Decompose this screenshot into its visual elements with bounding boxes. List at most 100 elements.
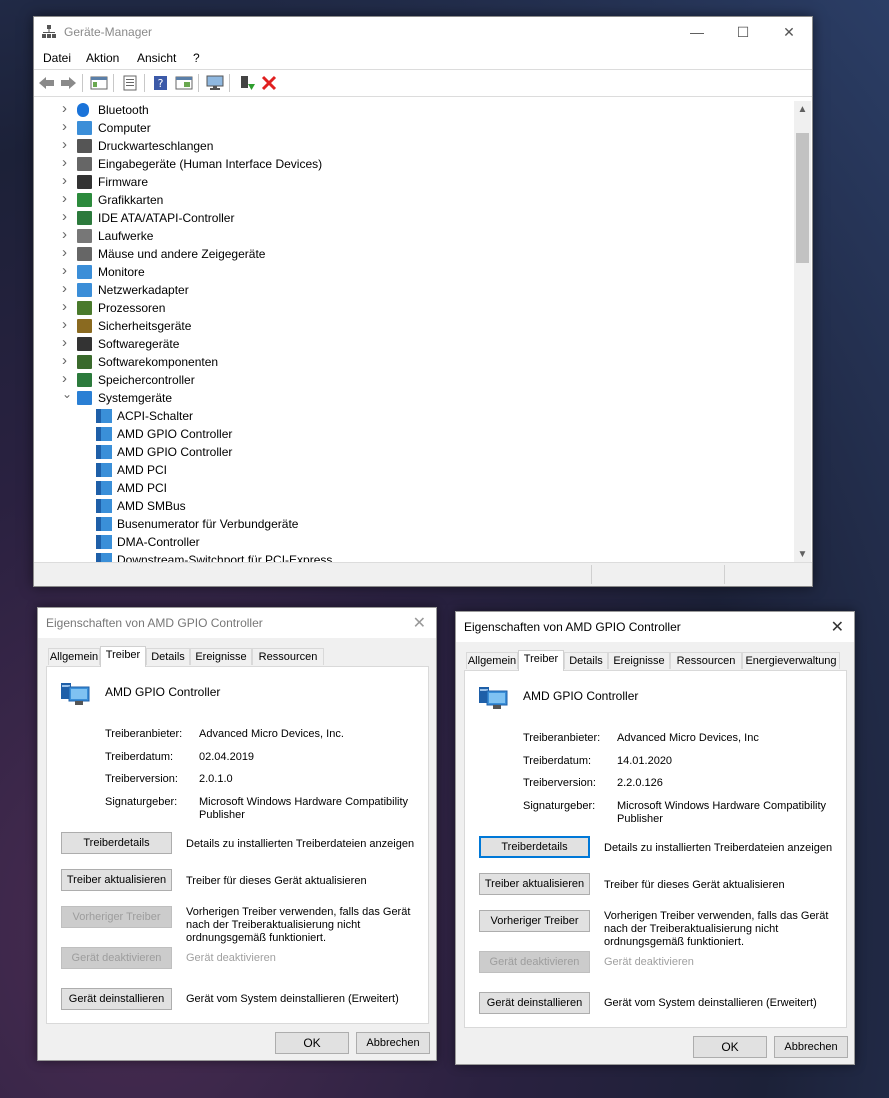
tree-category-bluetooth[interactable]: › Bluetooth <box>62 101 762 119</box>
tab-details[interactable]: Details <box>564 652 608 669</box>
back-arrow-icon[interactable] <box>38 75 56 91</box>
vertical-scrollbar[interactable]: ▲ ▼ <box>794 101 811 563</box>
tree-category-hid[interactable]: › Eingabegeräte (Human Interface Devices) <box>62 154 762 173</box>
menu-bar: Datei Aktion Ansicht ? <box>34 47 812 69</box>
tree-category-disk-drive[interactable]: › Laufwerke <box>62 226 762 245</box>
expand-chevron-right-icon[interactable]: › <box>62 280 74 298</box>
tree-category-computer[interactable]: › Computer <box>62 118 762 137</box>
tree-category-system-device[interactable]: ⌄ Systemgeräte <box>62 387 762 407</box>
expand-chevron-right-icon[interactable]: › <box>62 154 74 172</box>
tree-category-software-component[interactable]: › Softwarekomponenten <box>62 352 762 371</box>
tree-category-display-adapter[interactable]: › Grafikkarten <box>62 190 762 209</box>
tree-category-monitor[interactable]: › Monitore <box>62 262 762 281</box>
cancel-button[interactable]: Abbrechen <box>356 1032 430 1054</box>
update-driver-button[interactable]: Treiber aktualisieren <box>479 873 590 895</box>
driver-details-button[interactable]: Treiberdetails <box>479 836 590 858</box>
expand-chevron-right-icon[interactable]: › <box>62 334 74 352</box>
tree-device-item[interactable]: AMD GPIO Controller <box>96 425 756 443</box>
tree-category-software-device[interactable]: › Softwaregeräte <box>62 334 762 353</box>
scroll-down-icon[interactable]: ▼ <box>794 546 811 563</box>
uninstall-device-button[interactable]: Gerät deinstallieren <box>61 988 172 1010</box>
expand-chevron-right-icon[interactable]: › <box>62 172 74 190</box>
tree-category-firmware[interactable]: › Firmware <box>62 172 762 191</box>
expand-chevron-right-icon[interactable]: › <box>62 101 74 118</box>
monitor-scan-icon[interactable] <box>206 75 224 91</box>
show-hide-tree-icon[interactable] <box>90 75 108 91</box>
rollback-driver-button[interactable]: Vorheriger Treiber <box>479 910 590 932</box>
help-icon[interactable]: ? <box>152 75 170 91</box>
tree-device-item[interactable]: AMD GPIO Controller <box>96 443 756 461</box>
security-device-icon <box>77 319 92 333</box>
firmware-icon <box>77 175 92 189</box>
device-manager-window: Geräte-Manager — ☐ ✕ Datei Aktion Ansich… <box>33 16 813 587</box>
tree-category-security-device[interactable]: › Sicherheitsgeräte <box>62 316 762 335</box>
expand-chevron-right-icon[interactable]: › <box>62 118 74 136</box>
tab-ressourcen[interactable]: Ressourcen <box>670 652 742 669</box>
field-value-version: 2.0.1.0 <box>199 773 233 785</box>
field-label-date: Treiberdatum: <box>523 755 592 767</box>
processor-icon <box>77 301 92 315</box>
expand-chevron-right-icon[interactable]: › <box>62 316 74 334</box>
dialog-close-icon[interactable]: ✕ <box>831 617 844 637</box>
tab-energieverwaltung[interactable]: Energieverwaltung <box>742 652 840 669</box>
status-divider <box>724 565 725 584</box>
uninstall-x-icon[interactable] <box>260 75 278 91</box>
maximize-button[interactable]: ☐ <box>720 17 766 47</box>
expand-chevron-right-icon[interactable]: › <box>62 262 74 280</box>
device-name: AMD GPIO Controller <box>105 685 221 699</box>
enable-device-icon[interactable] <box>238 75 256 91</box>
update-driver-button[interactable]: Treiber aktualisieren <box>61 869 172 891</box>
status-divider <box>591 565 592 584</box>
minimize-button[interactable]: — <box>674 17 720 47</box>
menu-aktion[interactable]: Aktion <box>86 51 119 65</box>
expand-chevron-down-icon[interactable]: ⌄ <box>62 385 74 403</box>
tree-category-network-adapter[interactable]: › Netzwerkadapter <box>62 280 762 299</box>
expand-chevron-right-icon[interactable]: › <box>62 226 74 244</box>
tab-ressourcen[interactable]: Ressourcen <box>252 648 324 665</box>
tree-device-item[interactable]: AMD SMBus <box>96 497 756 515</box>
menu-help[interactable]: ? <box>193 51 200 65</box>
tree-category-storage-controller[interactable]: › Speichercontroller <box>62 370 762 389</box>
expand-chevron-right-icon[interactable]: › <box>62 208 74 226</box>
expand-chevron-right-icon[interactable]: › <box>62 352 74 370</box>
tree-device-item[interactable]: Downstream-Switchport für PCI-Express <box>96 551 756 562</box>
expand-chevron-right-icon[interactable]: › <box>62 136 74 154</box>
ok-button[interactable]: OK <box>693 1036 767 1058</box>
menu-ansicht[interactable]: Ansicht <box>137 51 176 65</box>
tree-category-label: Softwaregeräte <box>98 337 180 351</box>
expand-chevron-right-icon[interactable]: › <box>62 244 74 262</box>
uninstall-device-button[interactable]: Gerät deinstallieren <box>479 992 590 1014</box>
tab-details[interactable]: Details <box>146 648 190 665</box>
tree-device-item[interactable]: AMD PCI <box>96 479 756 497</box>
tab-treiber[interactable]: Treiber <box>100 646 146 667</box>
properties-icon[interactable] <box>121 75 139 91</box>
tree-device-item[interactable]: ACPI-Schalter <box>96 407 756 425</box>
tree-category-mouse[interactable]: › Mäuse und andere Zeigegeräte <box>62 244 762 263</box>
scrollbar-thumb[interactable] <box>796 133 809 263</box>
close-button[interactable]: ✕ <box>766 17 812 47</box>
scroll-up-icon[interactable]: ▲ <box>794 101 811 118</box>
tree-category-ide-controller[interactable]: › IDE ATA/ATAPI-Controller <box>62 208 762 227</box>
expand-chevron-right-icon[interactable]: › <box>62 298 74 316</box>
driver-details-button[interactable]: Treiberdetails <box>61 832 172 854</box>
tree-category-processor[interactable]: › Prozessoren <box>62 298 762 317</box>
cancel-button[interactable]: Abbrechen <box>774 1036 848 1058</box>
forward-arrow-icon[interactable] <box>59 75 77 91</box>
tree-device-item[interactable]: Busenumerator für Verbundgeräte <box>96 515 756 533</box>
tree-device-item[interactable]: AMD PCI <box>96 461 756 479</box>
tree-category-printer[interactable]: › Druckwarteschlangen <box>62 136 762 155</box>
dialog-close-icon[interactable]: ✕ <box>413 613 426 633</box>
title-bar: Geräte-Manager — ☐ ✕ <box>34 17 812 47</box>
menu-datei[interactable]: Datei <box>43 51 71 65</box>
tab-allgemein[interactable]: Allgemein <box>466 652 518 669</box>
ok-button[interactable]: OK <box>275 1032 349 1054</box>
tree-device-item[interactable]: DMA-Controller <box>96 533 756 551</box>
tree-device-label: ACPI-Schalter <box>117 409 194 423</box>
expand-chevron-right-icon[interactable]: › <box>62 190 74 208</box>
tab-treiber[interactable]: Treiber <box>518 650 564 671</box>
tab-ereignisse[interactable]: Ereignisse <box>608 652 670 669</box>
view-icon[interactable] <box>175 75 193 91</box>
toolbar-separator <box>144 74 145 92</box>
tab-ereignisse[interactable]: Ereignisse <box>190 648 252 665</box>
tab-allgemein[interactable]: Allgemein <box>48 648 100 665</box>
